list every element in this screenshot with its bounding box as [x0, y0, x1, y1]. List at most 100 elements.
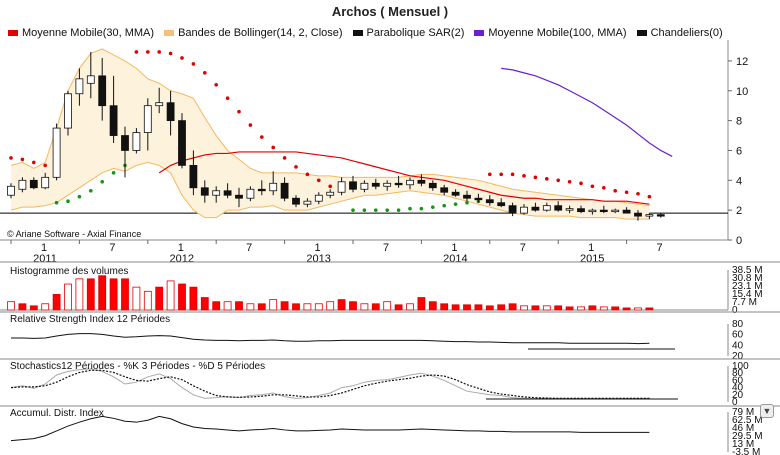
volume-tick-label: 0 [732, 305, 738, 316]
candle-body [257, 188, 266, 192]
sar-dot [271, 145, 276, 150]
sar-dot [533, 175, 538, 180]
volume-bar [189, 286, 198, 311]
candle-body [41, 176, 50, 189]
candle-body [143, 105, 152, 133]
volume-bar [235, 301, 243, 311]
sar-dot [203, 71, 207, 75]
volume-bar [360, 303, 369, 311]
sar-dot [590, 184, 595, 189]
candle-body [451, 191, 460, 196]
sar-dot [214, 83, 218, 87]
sar-dot [168, 51, 173, 56]
candle-body [18, 179, 27, 190]
sar-dot [100, 180, 104, 184]
candle-body [656, 214, 665, 217]
sar-dot [146, 50, 150, 54]
candle-body [52, 127, 61, 178]
candle-body [132, 132, 141, 151]
volume-bar [121, 278, 129, 311]
sar-dot [408, 206, 412, 211]
candle-body [428, 182, 437, 189]
sar-dot [294, 165, 298, 169]
volume-bar [599, 306, 608, 311]
volume-bar [428, 301, 437, 311]
rsi-tick-label: 60 [732, 330, 744, 341]
volume-bar [508, 303, 517, 311]
volume-bar [86, 278, 95, 311]
volume-bar [406, 303, 414, 311]
sar-dot [396, 208, 401, 212]
sar-dot [134, 50, 139, 54]
candle-body [280, 182, 289, 199]
candle-body [645, 214, 654, 217]
volume-bar [349, 301, 357, 311]
sar-dot [89, 188, 93, 193]
volume-bar [622, 307, 631, 311]
volume-bar [577, 306, 585, 311]
price-tick-label: 4 [736, 175, 742, 187]
volume-bar [7, 301, 15, 311]
candle-body [417, 179, 426, 184]
sar-dot [362, 208, 367, 212]
candle-body [497, 202, 506, 207]
scroll-down-button[interactable]: ▼ [760, 404, 774, 418]
volume-bar [394, 304, 403, 311]
volume-bar [292, 303, 300, 311]
candle-body [326, 191, 335, 196]
sar-dot [54, 200, 59, 205]
candle-body [121, 135, 129, 151]
x-year-label: 2012 [170, 253, 194, 265]
sar-dot [522, 174, 526, 178]
sar-dot [613, 188, 617, 193]
price-tick-label: 0 [736, 235, 742, 247]
volume-bar [132, 286, 141, 311]
volume-bar [542, 305, 551, 311]
copyright-notice: © Ariane Software - Axial Finance [7, 229, 142, 239]
candle-body [565, 208, 574, 211]
volume-bar [634, 307, 642, 311]
x-tick-label: 7 [520, 242, 526, 254]
sar-dot [282, 156, 287, 160]
volume-bar [440, 303, 449, 311]
candle-body [463, 194, 471, 199]
volume-bar [588, 305, 597, 311]
stock-chart: 024681012 1 7 1 7 1 7 1 7 1 72011 2012 2013 2014 2015… [0, 40, 780, 455]
candle-body [292, 197, 300, 205]
volume-bar [520, 305, 528, 311]
candle-body [611, 209, 620, 213]
volume-bar [463, 304, 471, 311]
volume-bar [155, 286, 164, 311]
sar-dot [77, 194, 82, 199]
candle-body [371, 182, 380, 187]
sar-dot [602, 185, 606, 190]
candle-body [223, 190, 232, 196]
volume-bar [29, 305, 38, 311]
candle-body [622, 209, 631, 214]
adi-panel-label: Accumul. Distr. Index [10, 408, 104, 419]
volume-bar [166, 280, 175, 311]
sar-dot [9, 156, 13, 160]
price-tick-label: 2 [736, 205, 742, 217]
volume-bar [246, 303, 255, 311]
volume-bar [383, 301, 392, 311]
candle-body [7, 185, 15, 196]
volume-bar [18, 303, 27, 311]
sar-dot [385, 208, 390, 212]
sar-dot [248, 123, 253, 127]
candle-body [75, 78, 84, 95]
volume-panel-label: Histogramme des volumes [10, 266, 129, 277]
candle-body [235, 194, 243, 199]
price-tick-label: 8 [736, 116, 742, 128]
volume-bar [280, 301, 289, 311]
candle-body [269, 182, 278, 192]
sar-dot [488, 172, 492, 177]
candle-body [29, 179, 38, 189]
volume-bar [371, 303, 380, 311]
volume-bar [485, 305, 494, 311]
sar-dot [636, 191, 640, 196]
rsi-line [11, 333, 650, 345]
volume-bar [337, 299, 346, 311]
price-tick-label: 12 [736, 56, 748, 68]
sar-dot [567, 180, 572, 184]
